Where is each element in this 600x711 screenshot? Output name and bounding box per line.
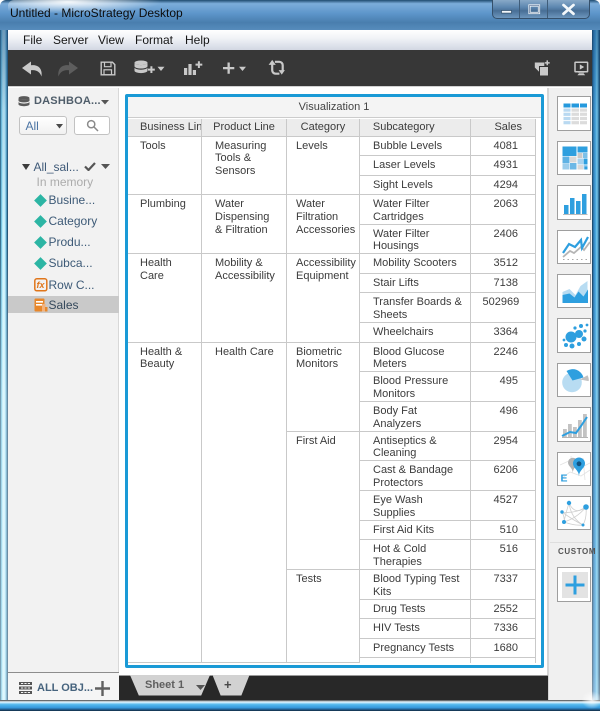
svg-text:E: E (560, 473, 567, 485)
svg-text:fx: fx (37, 280, 46, 290)
